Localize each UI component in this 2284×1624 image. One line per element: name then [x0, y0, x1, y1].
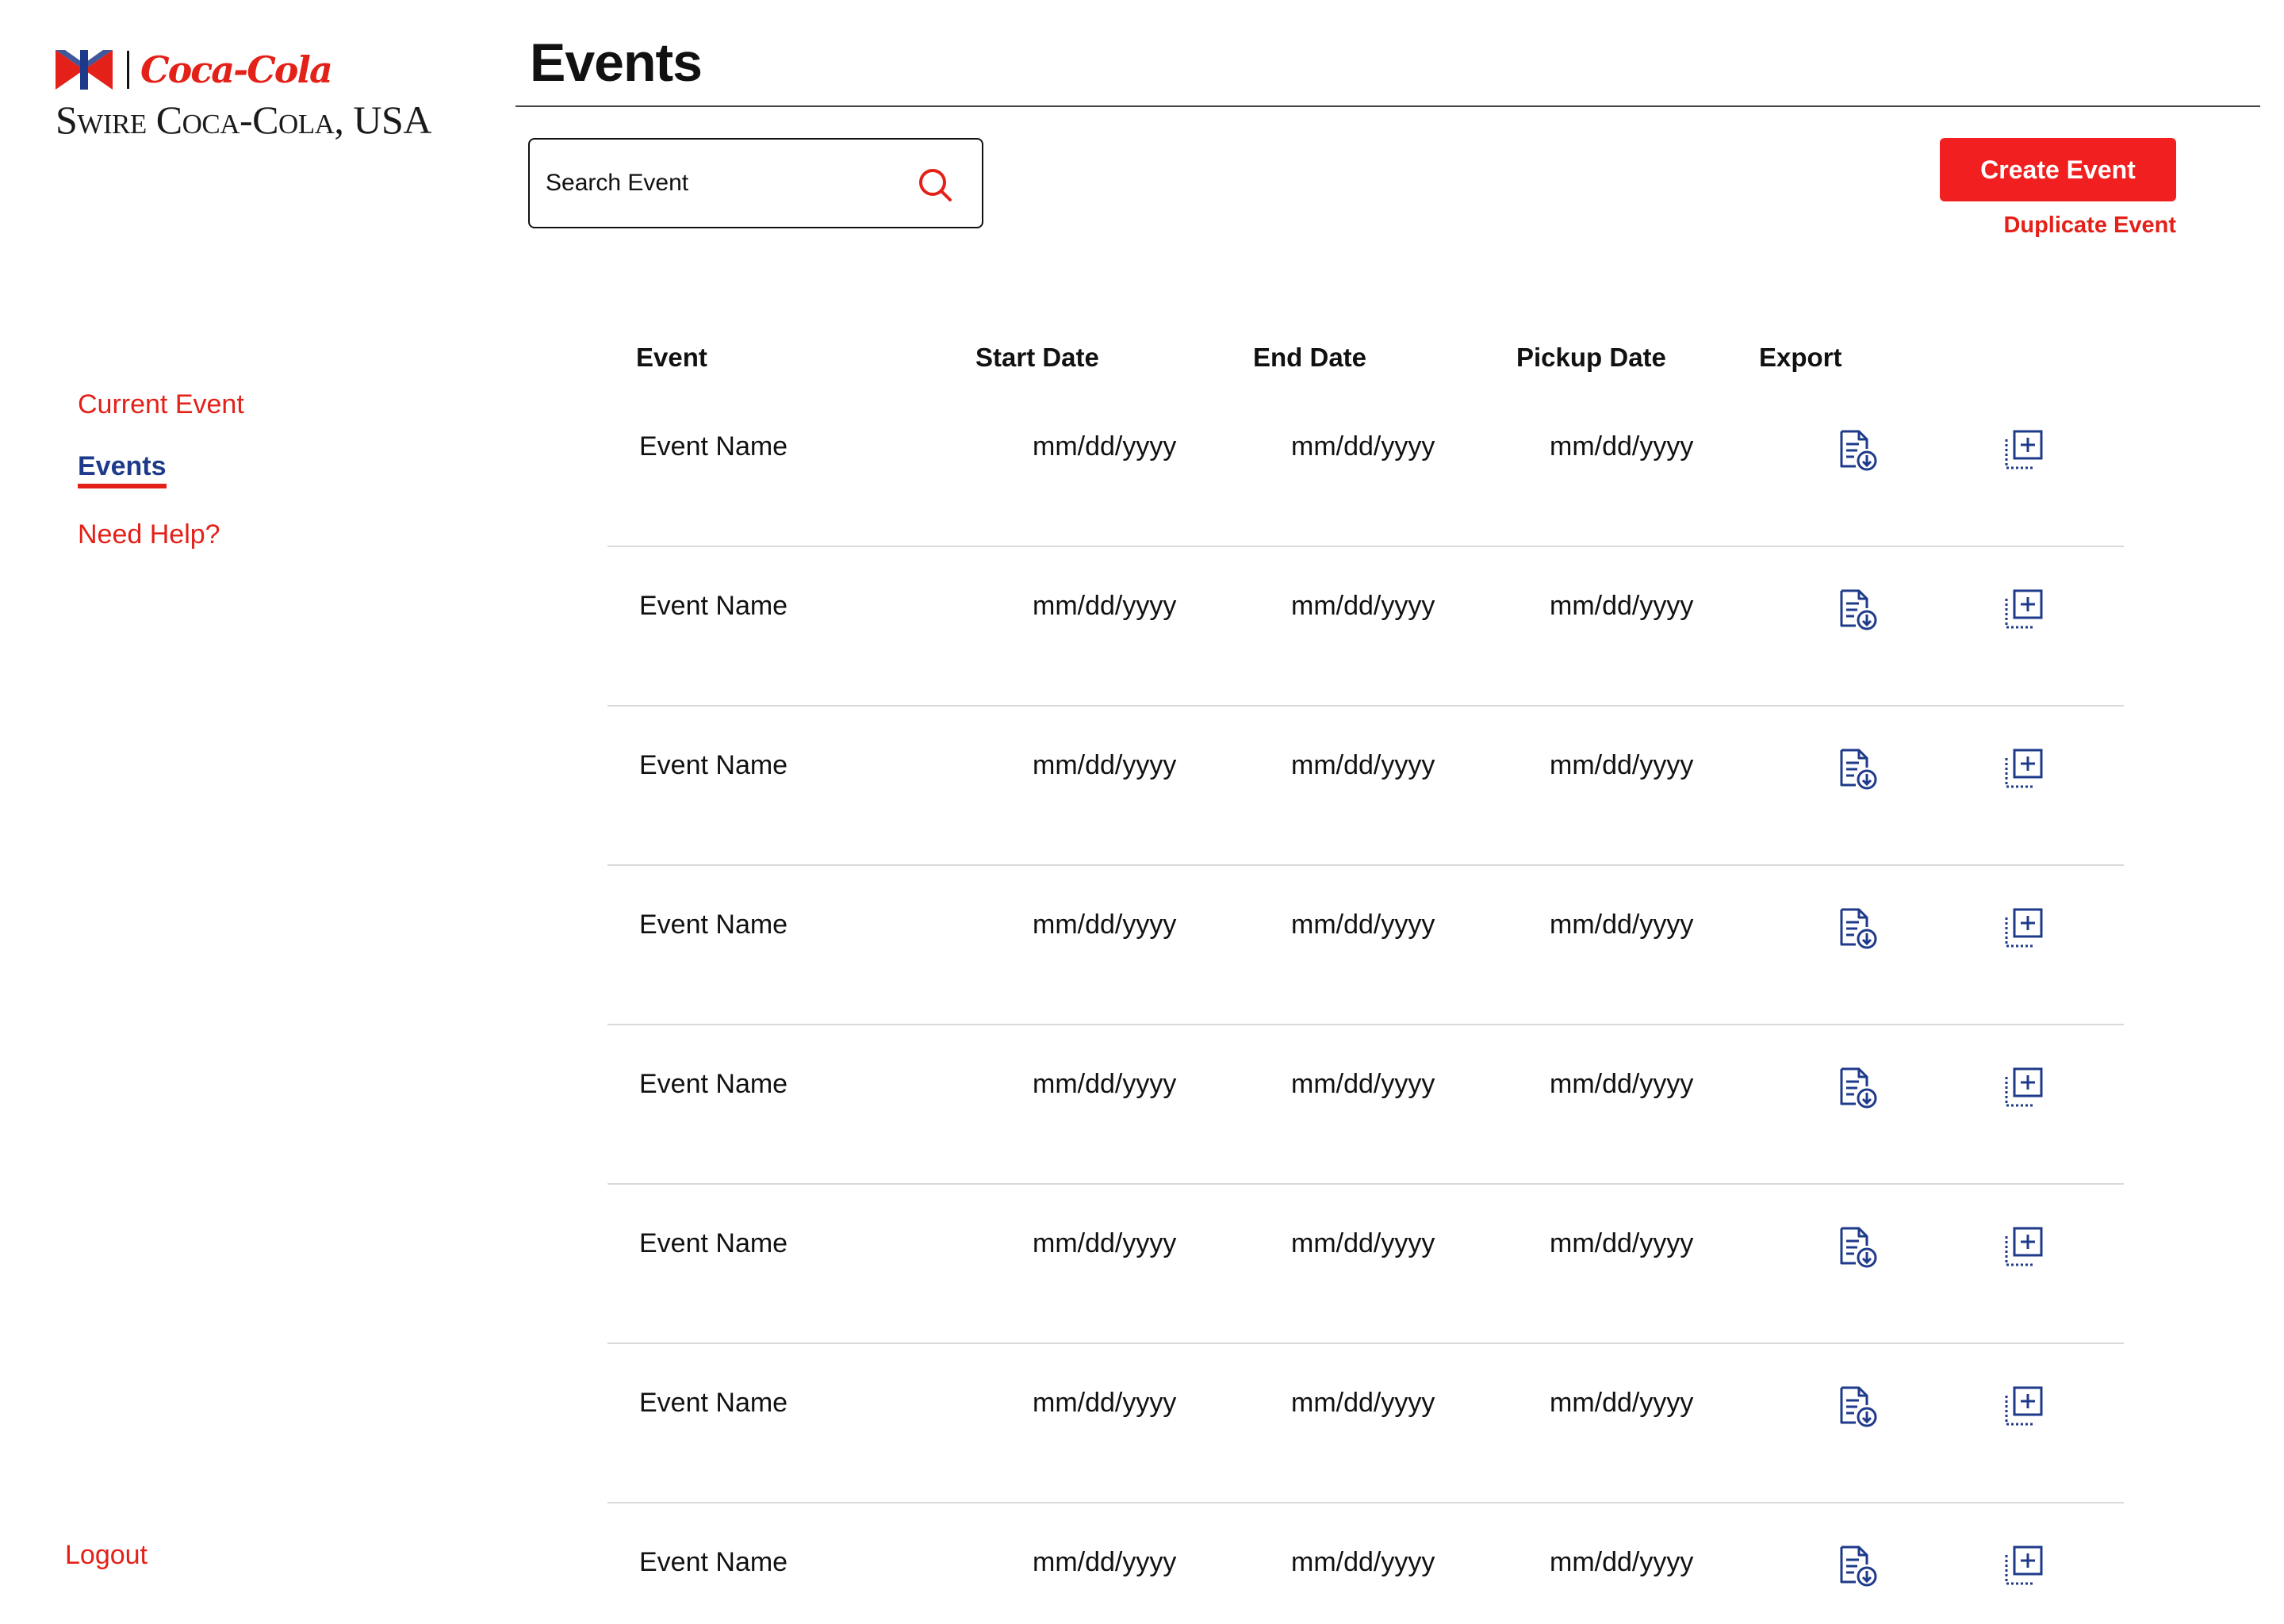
table-header: Event Start Date End Date Pickup Date Ex…	[607, 343, 2124, 382]
event-name-cell: Event Name	[639, 1069, 788, 1099]
column-header-export: Export	[1759, 343, 1842, 372]
pickup-date-cell: mm/dd/yyyy	[1550, 1228, 1694, 1258]
file-export-icon[interactable]	[1835, 906, 1880, 951]
end-date-cell: mm/dd/yyyy	[1291, 431, 1435, 462]
pickup-date-cell: mm/dd/yyyy	[1550, 591, 1694, 621]
duplicate-add-icon[interactable]	[2002, 1225, 2046, 1270]
column-header-end-date: End Date	[1253, 343, 1367, 372]
pickup-date-cell: mm/dd/yyyy	[1550, 431, 1694, 462]
event-name-cell: Event Name	[639, 750, 788, 780]
end-date-cell: mm/dd/yyyy	[1291, 1228, 1435, 1258]
search-box	[528, 138, 983, 228]
event-name-cell: Event Name	[639, 431, 788, 462]
table-row: Event Name mm/dd/yyyy mm/dd/yyyy mm/dd/y…	[607, 389, 2124, 547]
swire-flag-icon	[56, 50, 113, 90]
table-row: Event Name mm/dd/yyyy mm/dd/yyyy mm/dd/y…	[607, 1345, 2124, 1503]
logo-mark-row: Coca-Cola	[56, 48, 333, 92]
end-date-cell: mm/dd/yyyy	[1291, 1069, 1435, 1099]
app-root: Coca-Cola Swire Coca-Cola, USA Current E…	[0, 0, 2284, 1624]
duplicate-add-icon[interactable]	[2002, 1066, 2046, 1110]
duplicate-add-icon[interactable]	[2002, 906, 2046, 951]
file-export-icon[interactable]	[1835, 1544, 1880, 1588]
sidebar-item-current-event[interactable]: Current Event	[78, 389, 244, 420]
pickup-date-cell: mm/dd/yyyy	[1550, 1069, 1694, 1099]
column-header-pickup-date: Pickup Date	[1516, 343, 1666, 372]
end-date-cell: mm/dd/yyyy	[1291, 1547, 1435, 1577]
event-name-cell: Event Name	[639, 591, 788, 621]
create-event-button[interactable]: Create Event	[1940, 138, 2176, 201]
sidebar-nav: Current Event Events Need Help?	[78, 389, 244, 580]
page-title: Events	[530, 33, 703, 93]
file-export-icon[interactable]	[1835, 1385, 1880, 1429]
duplicate-add-icon[interactable]	[2002, 588, 2046, 632]
event-name-cell: Event Name	[639, 910, 788, 940]
pickup-date-cell: mm/dd/yyyy	[1550, 750, 1694, 780]
column-header-start-date: Start Date	[975, 343, 1099, 372]
company-name: Swire Coca-Cola, USA	[56, 98, 431, 142]
logout-link[interactable]: Logout	[65, 1540, 148, 1571]
file-export-icon[interactable]	[1835, 1066, 1880, 1110]
start-date-cell: mm/dd/yyyy	[1033, 910, 1177, 940]
start-date-cell: mm/dd/yyyy	[1033, 591, 1177, 621]
table-row: Event Name mm/dd/yyyy mm/dd/yyyy mm/dd/y…	[607, 1185, 2124, 1344]
end-date-cell: mm/dd/yyyy	[1291, 750, 1435, 780]
column-header-event: Event	[636, 343, 707, 372]
duplicate-add-icon[interactable]	[2002, 1385, 2046, 1429]
table-row: Event Name mm/dd/yyyy mm/dd/yyyy mm/dd/y…	[607, 1504, 2124, 1624]
table-row: Event Name mm/dd/yyyy mm/dd/yyyy mm/dd/y…	[607, 707, 2124, 866]
title-divider	[515, 105, 2260, 107]
start-date-cell: mm/dd/yyyy	[1033, 750, 1177, 780]
file-export-icon[interactable]	[1835, 588, 1880, 632]
file-export-icon[interactable]	[1835, 1225, 1880, 1270]
start-date-cell: mm/dd/yyyy	[1033, 431, 1177, 462]
sidebar-item-need-help[interactable]: Need Help?	[78, 519, 244, 550]
pickup-date-cell: mm/dd/yyyy	[1550, 1547, 1694, 1577]
search-input[interactable]	[544, 169, 896, 197]
start-date-cell: mm/dd/yyyy	[1033, 1069, 1177, 1099]
duplicate-add-icon[interactable]	[2002, 428, 2046, 473]
event-name-cell: Event Name	[639, 1228, 788, 1258]
duplicate-add-icon[interactable]	[2002, 1544, 2046, 1588]
table-row: Event Name mm/dd/yyyy mm/dd/yyyy mm/dd/y…	[607, 867, 2124, 1025]
file-export-icon[interactable]	[1835, 428, 1880, 473]
end-date-cell: mm/dd/yyyy	[1291, 591, 1435, 621]
start-date-cell: mm/dd/yyyy	[1033, 1228, 1177, 1258]
search-icon[interactable]	[917, 167, 953, 203]
end-date-cell: mm/dd/yyyy	[1291, 910, 1435, 940]
duplicate-add-icon[interactable]	[2002, 747, 2046, 791]
start-date-cell: mm/dd/yyyy	[1033, 1388, 1177, 1418]
start-date-cell: mm/dd/yyyy	[1033, 1547, 1177, 1577]
event-name-cell: Event Name	[639, 1388, 788, 1418]
event-name-cell: Event Name	[639, 1547, 788, 1577]
pickup-date-cell: mm/dd/yyyy	[1550, 1388, 1694, 1418]
duplicate-event-link[interactable]: Duplicate Event	[1940, 213, 2176, 239]
sidebar-item-events[interactable]: Events	[78, 450, 167, 488]
pickup-date-cell: mm/dd/yyyy	[1550, 910, 1694, 940]
coca-cola-script-logo: Coca-Cola	[140, 48, 333, 91]
logo-divider	[127, 51, 129, 89]
table-row: Event Name mm/dd/yyyy mm/dd/yyyy mm/dd/y…	[607, 548, 2124, 707]
end-date-cell: mm/dd/yyyy	[1291, 1388, 1435, 1418]
file-export-icon[interactable]	[1835, 747, 1880, 791]
table-row: Event Name mm/dd/yyyy mm/dd/yyyy mm/dd/y…	[607, 1026, 2124, 1185]
company-logo: Coca-Cola Swire Coca-Cola, USA	[56, 48, 468, 143]
